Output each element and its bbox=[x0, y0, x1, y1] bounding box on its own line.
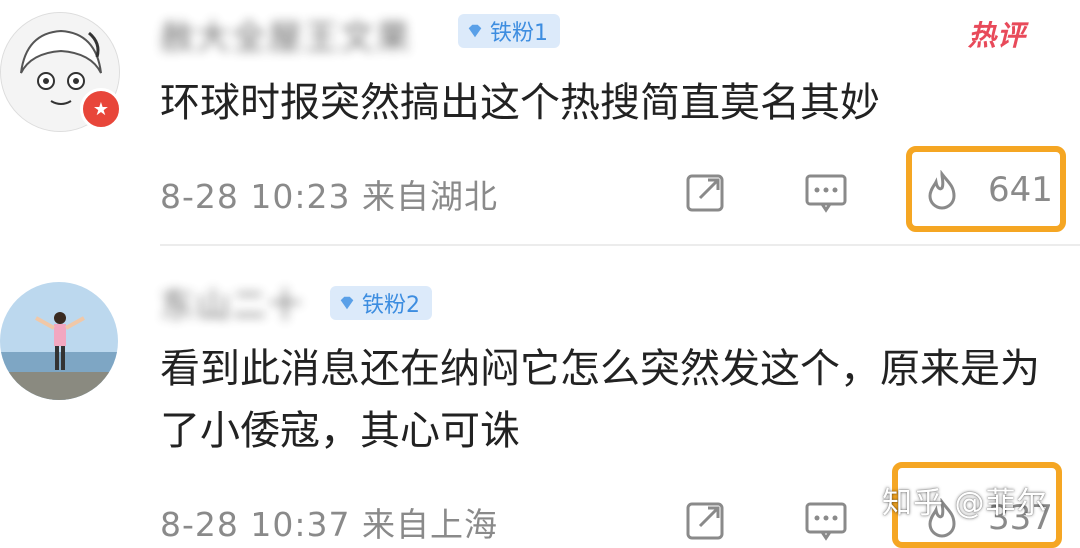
comment-icon[interactable] bbox=[804, 170, 848, 214]
verified-star-icon: ★ bbox=[80, 88, 122, 130]
share-icon[interactable] bbox=[684, 498, 728, 542]
like-count: 641 bbox=[988, 170, 1053, 210]
fan-level-badge: 铁粉2 bbox=[330, 286, 432, 320]
comment-date: 8-28 10:23 bbox=[160, 177, 351, 216]
divider bbox=[160, 244, 1080, 246]
share-icon[interactable] bbox=[684, 170, 728, 214]
comment-icon[interactable] bbox=[804, 498, 848, 542]
hot-comment-label: 热评 bbox=[968, 19, 1027, 52]
diamond-icon bbox=[340, 296, 354, 310]
comment-item-1: ★ 赦大全屋王文果 铁粉1 热评 环球时报突然搞出这个热搜简直莫名其妙 8-28… bbox=[0, 0, 1080, 245]
username[interactable]: 东山二十 bbox=[160, 278, 304, 327]
avatar[interactable] bbox=[0, 282, 118, 400]
comment-location: 来自湖北 bbox=[362, 177, 498, 216]
fan-level-badge: 铁粉1 bbox=[458, 14, 560, 48]
diamond-icon bbox=[468, 24, 482, 38]
username[interactable]: 赦大全屋王文果 bbox=[160, 10, 412, 59]
watermark: 知乎 @菲尔 bbox=[882, 486, 1048, 521]
flame-like-icon[interactable] bbox=[920, 170, 964, 214]
fan-badge-label: 铁粉1 bbox=[490, 21, 548, 46]
comment-location: 来自上海 bbox=[362, 505, 498, 544]
comment-text: 环球时报突然搞出这个热搜简直莫名其妙 bbox=[160, 80, 880, 126]
comment-text: 看到此消息还在纳闷它怎么突然发这个，原来是为了小倭寇，其心可诛 bbox=[160, 346, 1040, 454]
comment-date: 8-28 10:37 bbox=[160, 505, 351, 544]
comment-meta: 8-28 10:23 来自湖北 bbox=[160, 170, 498, 218]
comment-meta: 8-28 10:37 来自上海 bbox=[160, 498, 498, 546]
fan-badge-label: 铁粉2 bbox=[362, 293, 420, 318]
